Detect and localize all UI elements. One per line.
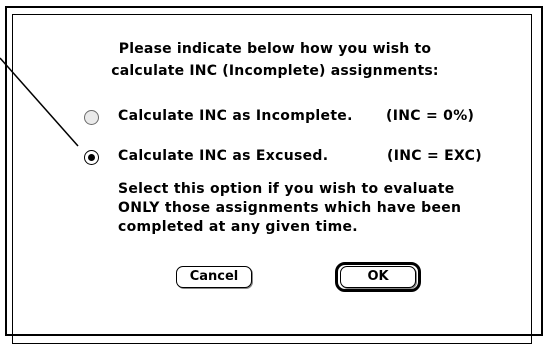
option-incomplete-label[interactable]: Calculate INC as Incomplete. <box>118 108 353 124</box>
radio-excused[interactable] <box>84 150 99 165</box>
radio-incomplete[interactable] <box>84 110 99 125</box>
inc-calculation-dialog: Please indicate below how you wish to ca… <box>0 0 548 344</box>
prompt-line-1: Please indicate below how you wish to <box>118 41 432 57</box>
prompt-line-2: calculate INC (Incomplete) assignments: <box>111 63 439 79</box>
option-excused-label[interactable]: Calculate INC as Excused. <box>118 148 328 164</box>
prompt-text: Please indicate below how you wish to ca… <box>60 38 490 82</box>
option-excused-code: (INC = EXC) <box>387 148 482 164</box>
cancel-button[interactable]: Cancel <box>176 266 252 288</box>
option-incomplete-code: (INC = 0%) <box>386 108 475 124</box>
description-line: Select this option if you wish to evalua… <box>118 181 455 197</box>
description-line: ONLY those assignments which have been <box>118 200 462 216</box>
ok-button[interactable]: OK <box>340 266 416 288</box>
description-line: completed at any given time. <box>118 219 358 235</box>
option-excused-description: Select this option if you wish to evalua… <box>118 180 461 237</box>
